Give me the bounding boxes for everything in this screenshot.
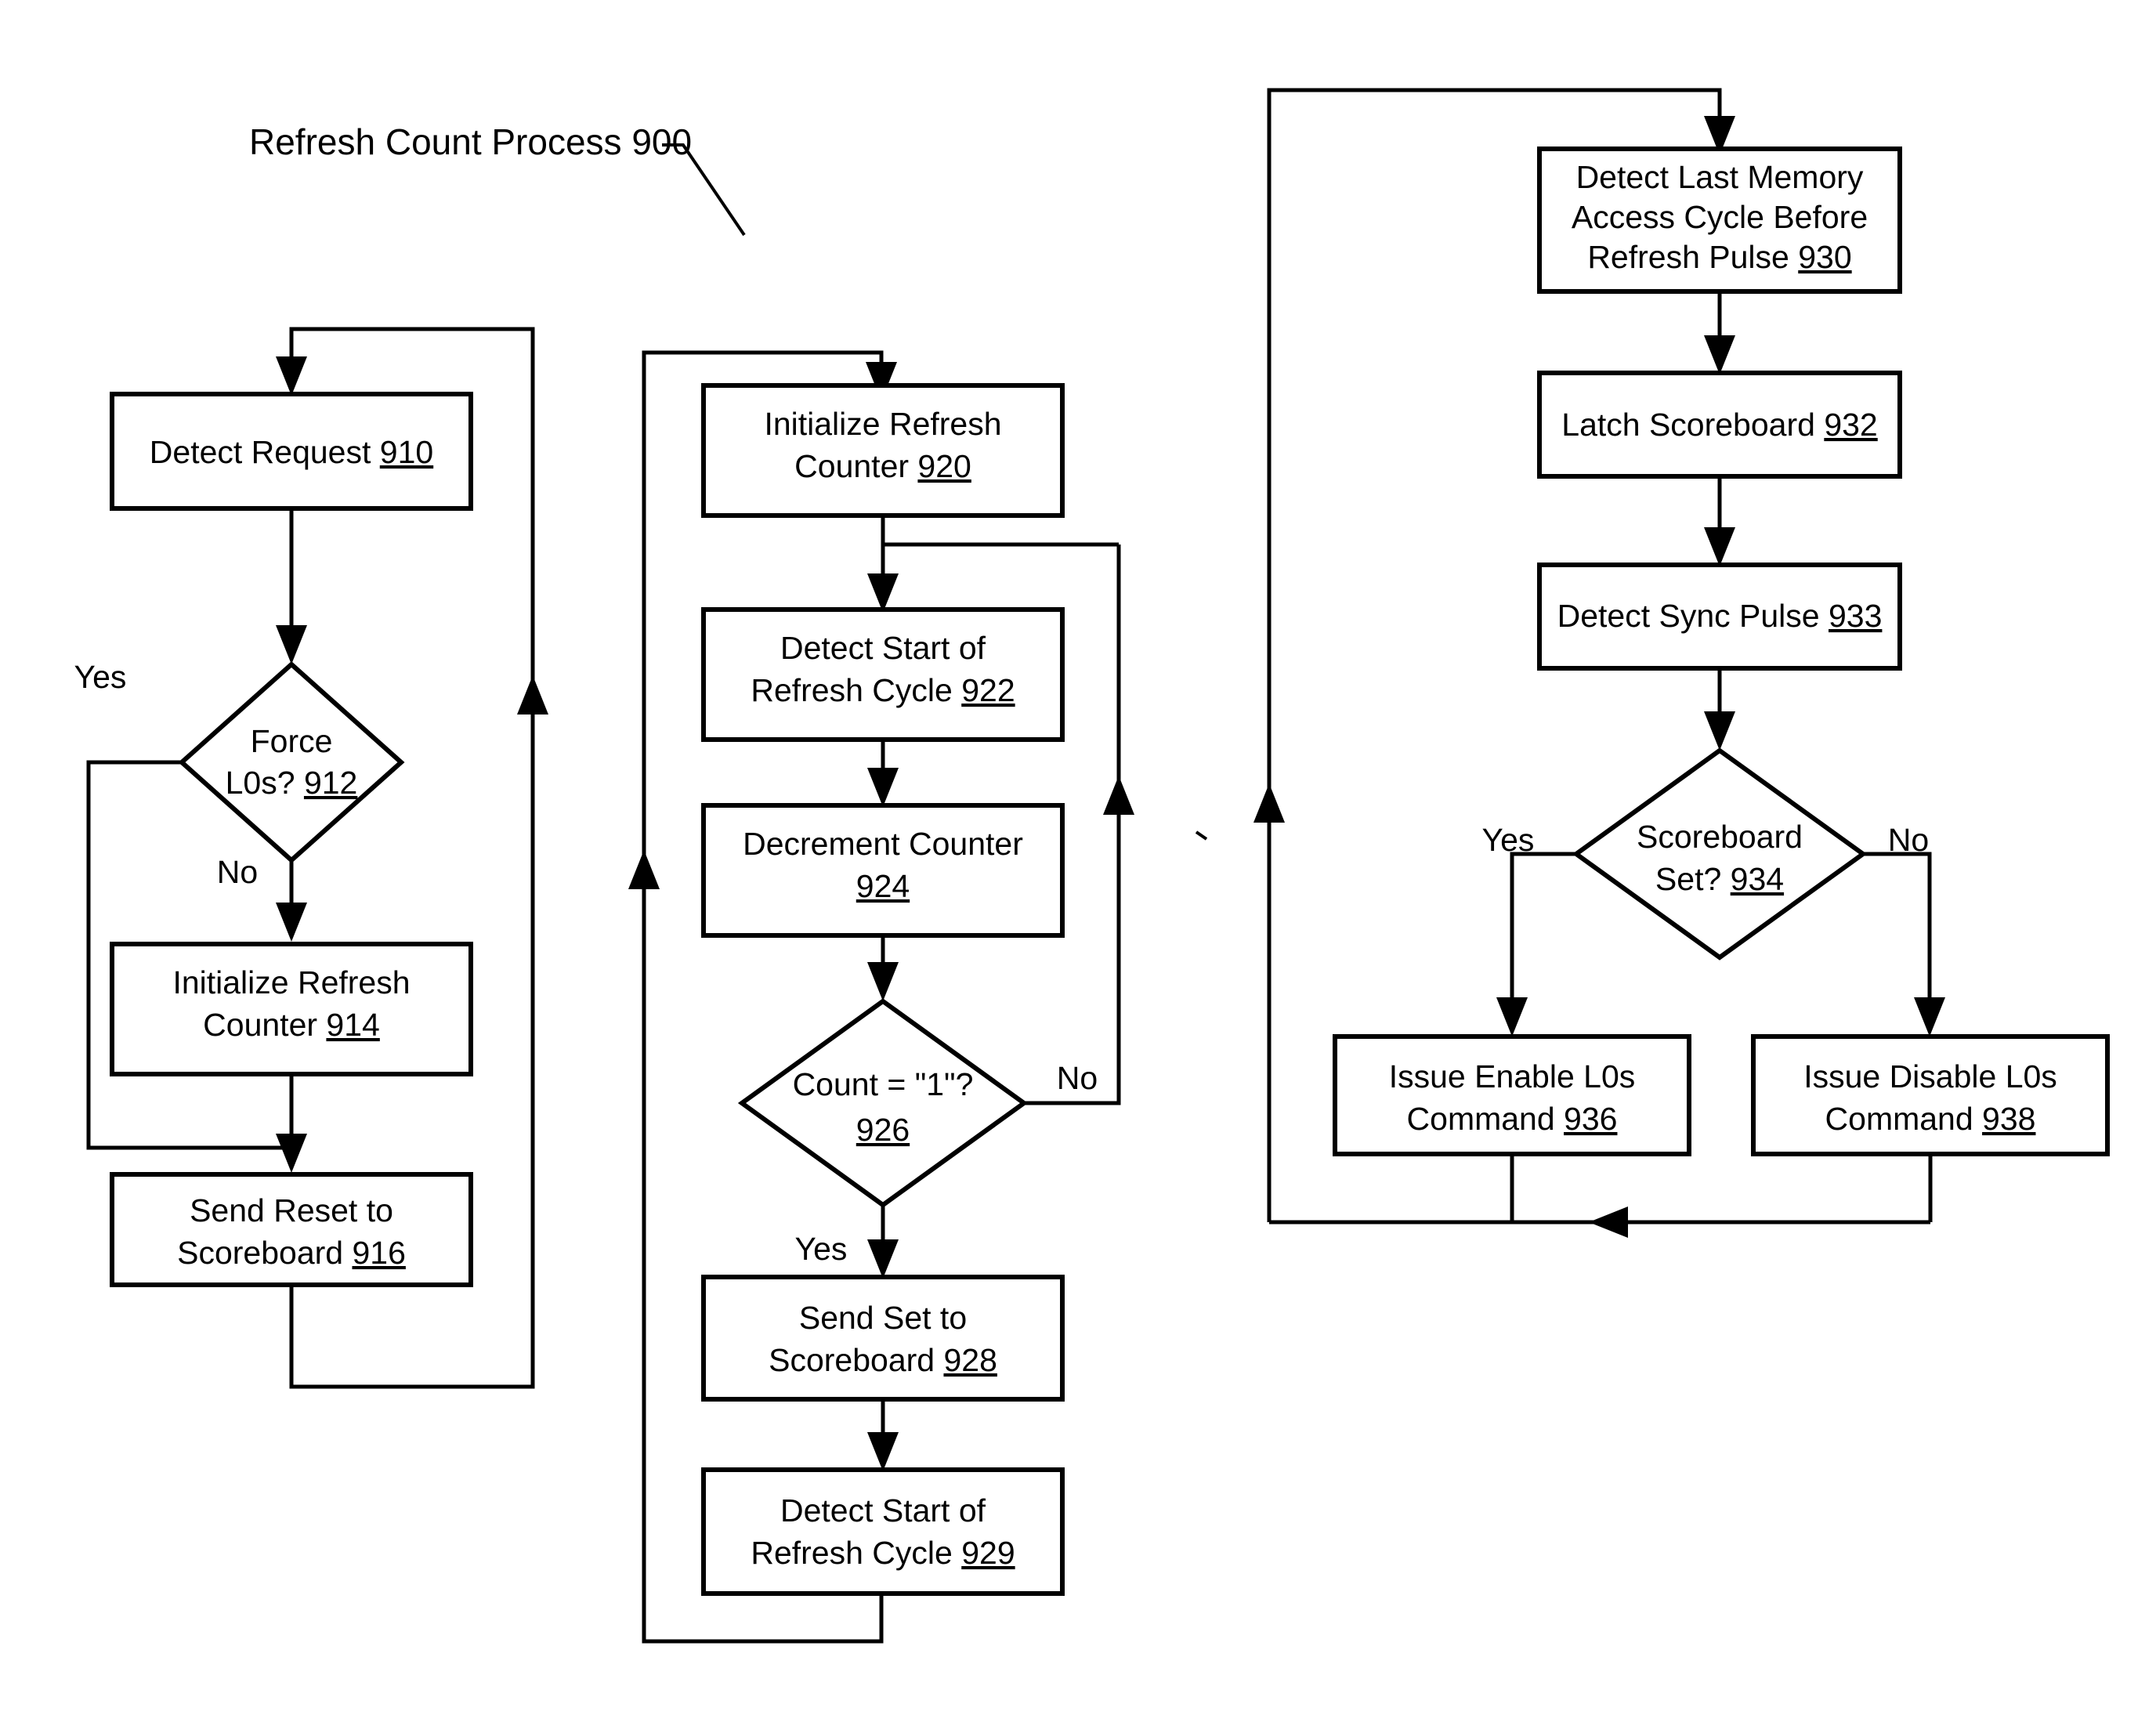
node-938-label-line1: Issue Disable L0s xyxy=(1803,1058,2057,1094)
node-930-label-line3: Refresh Pulse 930 xyxy=(1587,239,1851,275)
node-924-label-line1: Decrement Counter xyxy=(743,826,1023,862)
node-920-label-line2: Counter 920 xyxy=(794,448,971,484)
node-934-label-line2: Set? 934 xyxy=(1655,861,1784,897)
flowchart-diagram: Refresh Count Process 900 Detect Request… xyxy=(0,0,2156,1722)
node-926-label-line1: Count = "1"? xyxy=(793,1066,974,1102)
arrowhead-932-to-933 xyxy=(1704,527,1735,566)
node-920-label-line1: Initialize Refresh xyxy=(764,406,1001,442)
edge-label-926-yes: Yes xyxy=(795,1231,848,1267)
node-936-label-line2: Command 936 xyxy=(1407,1101,1618,1137)
node-928-send-set-to-scoreboard[interactable] xyxy=(701,1275,1065,1402)
node-924-label-ref: 924 xyxy=(856,868,910,904)
node-933-label: Detect Sync Pulse 933 xyxy=(1557,598,1883,634)
arrowhead-922-to-924 xyxy=(867,768,899,807)
node-916-label-line2: Scoreboard 916 xyxy=(177,1235,406,1271)
edge-label-912-yes: Yes xyxy=(74,659,127,695)
node-912-label-line1: Force xyxy=(251,723,333,759)
arrowhead-930-to-932 xyxy=(1704,335,1735,374)
node-932-label: Latch Scoreboard 932 xyxy=(1561,407,1877,443)
node-936-label-line1: Issue Enable L0s xyxy=(1389,1058,1636,1094)
node-928-label-line1: Send Set to xyxy=(799,1300,967,1336)
node-926-count-equals-one-decision[interactable] xyxy=(737,998,1029,1208)
edge-934-no-to-938 xyxy=(1863,852,1932,1011)
arrowhead-933-to-934 xyxy=(1704,711,1735,751)
node-928-label-line2: Scoreboard 928 xyxy=(769,1342,997,1378)
arrowhead-up-on-916-loop xyxy=(517,675,548,714)
node-916-label-line1: Send Reset to xyxy=(190,1192,393,1228)
arrowhead-into-910 xyxy=(276,356,307,396)
edge-label-912-no: No xyxy=(217,854,258,890)
edge-929-to-920-loop xyxy=(642,350,884,1644)
arrowhead-934-yes-to-936 xyxy=(1496,997,1528,1036)
node-934-label-line1: Scoreboard xyxy=(1637,819,1803,855)
node-910-label: Detect Request 910 xyxy=(150,434,433,470)
flowchart-canvas: Refresh Count Process 900 Detect Request… xyxy=(74,88,2110,1644)
node-922-label-line1: Detect Start of xyxy=(780,630,986,666)
node-912-force-l0s-decision[interactable] xyxy=(178,660,405,864)
scan-artifact-mark xyxy=(1195,830,1208,841)
arrowhead-926-to-928 xyxy=(867,1239,899,1279)
arrowhead-914-to-916 xyxy=(276,1134,307,1173)
arrowhead-merge-leftward xyxy=(1589,1206,1628,1238)
node-929-label-line2: Refresh Cycle 929 xyxy=(751,1535,1015,1571)
arrowhead-928-to-929 xyxy=(867,1432,899,1471)
edge-label-926-no: No xyxy=(1057,1060,1098,1096)
node-914-label-line2: Counter 914 xyxy=(203,1007,380,1043)
arrowhead-up-on-right-loop xyxy=(1253,783,1285,823)
node-930-label-line2: Access Cycle Before xyxy=(1572,199,1868,235)
node-926-label-ref: 926 xyxy=(856,1112,910,1148)
node-930-label-line1: Detect Last Memory xyxy=(1576,159,1864,195)
arrowhead-912-to-914 xyxy=(276,903,307,942)
node-929-detect-start-of-refresh-cycle[interactable] xyxy=(701,1467,1065,1596)
arrowhead-934-no-to-938 xyxy=(1914,997,1945,1036)
node-922-label-line2: Refresh Cycle 922 xyxy=(751,672,1015,708)
node-914-label-line1: Initialize Refresh xyxy=(172,964,410,1000)
edge-934-yes-to-936 xyxy=(1510,852,1576,1011)
node-938-label-line2: Command 938 xyxy=(1825,1101,2036,1137)
arrowhead-up-on-929-loop xyxy=(628,850,660,889)
arrowhead-924-to-926 xyxy=(867,962,899,1001)
arrowhead-up-on-926-no-loop xyxy=(1103,776,1134,815)
node-912-label-line2: L0s? 912 xyxy=(226,765,358,801)
diagram-title: Refresh Count Process 900 xyxy=(249,121,692,162)
arrowhead-920-to-922 xyxy=(867,573,899,613)
arrowhead-910-to-912 xyxy=(276,625,307,664)
node-929-label-line1: Detect Start of xyxy=(780,1492,986,1528)
